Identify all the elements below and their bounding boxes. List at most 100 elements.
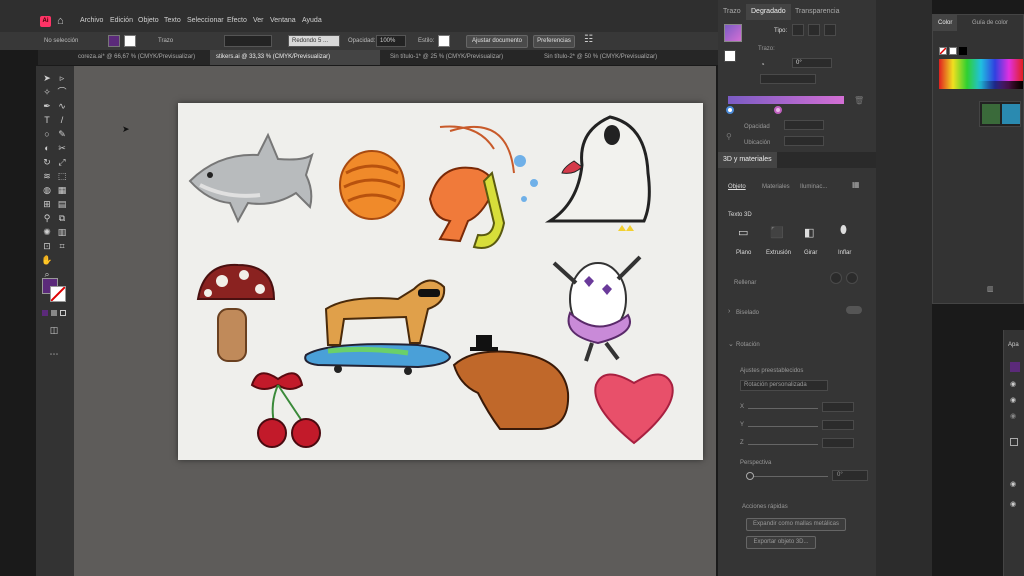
- fill-option-1[interactable]: [830, 272, 842, 284]
- subtab-iluminacion[interactable]: Iluminac...: [800, 184, 827, 190]
- visibility-eye-icon[interactable]: ◉: [1010, 396, 1016, 404]
- menu-texto[interactable]: Texto: [164, 17, 181, 24]
- tab-color[interactable]: Color: [933, 15, 958, 31]
- stroke-swatch[interactable]: [124, 35, 136, 47]
- curvature-tool-icon[interactable]: ∿: [56, 100, 68, 112]
- axis-z-slider[interactable]: [748, 444, 818, 445]
- add-stroke-icon[interactable]: [1010, 438, 1018, 446]
- visibility-eye-icon[interactable]: ◉: [1010, 480, 1016, 488]
- tab-trazo[interactable]: Trazo: [718, 4, 746, 20]
- tab-color-guide[interactable]: Guía de color: [967, 15, 1013, 31]
- gradient-tool-icon[interactable]: ▤: [56, 198, 68, 210]
- free-transform-tool-icon[interactable]: ⬚: [56, 170, 68, 182]
- menu-ver[interactable]: Ver: [253, 17, 264, 24]
- graph-tool-icon[interactable]: ▥: [56, 226, 68, 238]
- axis-x-slider[interactable]: [748, 408, 818, 409]
- lasso-tool-icon[interactable]: ⌒: [56, 86, 68, 98]
- inflate-icon[interactable]: ⬮: [840, 224, 854, 238]
- eyedropper-tool-icon[interactable]: ⚲: [41, 212, 53, 224]
- render-icon[interactable]: ▦: [852, 180, 862, 190]
- line-tool-icon[interactable]: /: [56, 114, 68, 126]
- style-swatch[interactable]: [438, 35, 450, 47]
- rotation-preset-select[interactable]: Rotación personalizada: [740, 380, 828, 391]
- perspective-tool-icon[interactable]: ▦: [56, 184, 68, 196]
- scissors-tool-icon[interactable]: ✂: [56, 142, 68, 154]
- fill-swatch[interactable]: [108, 35, 120, 47]
- sticker-concha-bread[interactable]: [339, 150, 405, 220]
- draw-mode-icon[interactable]: ◫: [48, 324, 60, 336]
- selection-tool-icon[interactable]: ➤: [41, 72, 53, 84]
- slice-tool-icon[interactable]: ⌗: [56, 240, 68, 252]
- artboard-tool-icon[interactable]: ⊡: [41, 240, 53, 252]
- pen-tool-icon[interactable]: ✒: [41, 100, 53, 112]
- gradient-preview-swatch[interactable]: [724, 24, 742, 42]
- library-item-thumb[interactable]: [982, 104, 1000, 124]
- location-field[interactable]: [784, 136, 824, 146]
- opacity-field[interactable]: [784, 120, 824, 130]
- blend-tool-icon[interactable]: ⧉: [56, 212, 68, 224]
- type-tool-icon[interactable]: T: [41, 114, 53, 126]
- perspective-field[interactable]: 0°: [832, 470, 868, 481]
- chevron-down-icon[interactable]: ⌄: [728, 340, 736, 348]
- tab-sin-titulo-1[interactable]: Sin título-1* @ 25 % (CMYK/Previsualizar…: [384, 50, 534, 65]
- linear-gradient-icon[interactable]: [792, 24, 804, 36]
- sticker-ghost-opera[interactable]: [544, 115, 651, 223]
- angle-field[interactable]: 0°: [792, 58, 832, 68]
- menu-ayuda[interactable]: Ayuda: [302, 17, 322, 24]
- opacity-field[interactable]: 100%: [376, 35, 406, 47]
- magic-wand-tool-icon[interactable]: ✧: [41, 86, 53, 98]
- gradient-mode-icon[interactable]: [51, 310, 57, 316]
- sticker-cherries-bow[interactable]: [250, 372, 321, 448]
- axis-y-field[interactable]: [822, 420, 854, 430]
- revolve-icon[interactable]: ◧: [804, 226, 818, 240]
- radial-gradient-icon[interactable]: [808, 24, 820, 36]
- tab-3d-materiales[interactable]: 3D y materiales: [718, 152, 777, 168]
- gradient-stop-right[interactable]: [774, 106, 782, 114]
- brush-tool-icon[interactable]: ✎: [56, 128, 68, 140]
- white-color-swatch[interactable]: [949, 47, 957, 55]
- black-color-swatch[interactable]: [959, 47, 967, 55]
- symbol-sprayer-tool-icon[interactable]: ✺: [41, 226, 53, 238]
- freeform-gradient-icon[interactable]: [824, 24, 836, 36]
- tab-sin-titulo-2[interactable]: Sin título-2* @ 50 % (CMYK/Previsualizar…: [538, 50, 688, 65]
- home-icon[interactable]: ⌂: [57, 15, 69, 27]
- sticker-mushroom[interactable]: [196, 263, 276, 362]
- axis-x-field[interactable]: [822, 402, 854, 412]
- stroke-swatch-small[interactable]: [724, 50, 736, 62]
- subtab-materiales[interactable]: Materiales: [762, 184, 790, 190]
- export-3d-button[interactable]: Exportar objeto 3D...: [746, 536, 816, 549]
- extrude-icon[interactable]: ⬛: [770, 226, 784, 240]
- warp-tool-icon[interactable]: ≋: [41, 170, 53, 182]
- sticker-dachshund-skateboard[interactable]: [304, 279, 452, 375]
- fit-document-button[interactable]: Ajustar documento: [466, 35, 528, 48]
- plane-icon[interactable]: ▭: [738, 226, 752, 240]
- brush-select[interactable]: Redondo 5 ...: [288, 35, 340, 47]
- direct-selection-tool-icon[interactable]: ▹: [56, 72, 68, 84]
- sticker-dancing-cow[interactable]: [552, 225, 642, 362]
- menu-edicion[interactable]: Edición: [110, 17, 133, 24]
- axis-z-field[interactable]: [822, 438, 854, 448]
- sticker-shrimp-saxophone[interactable]: [428, 125, 538, 249]
- none-mode-icon[interactable]: [60, 310, 66, 316]
- gradient-stop-left[interactable]: [726, 106, 734, 114]
- stroke-color-swatch[interactable]: [50, 286, 66, 302]
- sticker-shark[interactable]: [188, 132, 314, 224]
- stroke-weight-field[interactable]: [224, 35, 272, 47]
- tab-transparencia[interactable]: Transparencia: [790, 4, 845, 20]
- artboard[interactable]: [178, 103, 703, 460]
- shape-builder-tool-icon[interactable]: ◍: [41, 184, 53, 196]
- axis-y-slider[interactable]: [748, 426, 818, 427]
- scale-tool-icon[interactable]: ⤢: [56, 156, 68, 168]
- menu-archivo[interactable]: Archivo: [80, 17, 103, 24]
- preferences-button[interactable]: Preferencias: [533, 35, 575, 48]
- fill-option-2[interactable]: [846, 272, 858, 284]
- tab-stikers[interactable]: stikers.ai @ 33,33 % (CMYK/Previsualizar…: [210, 50, 380, 65]
- menu-objeto[interactable]: Objeto: [138, 17, 159, 24]
- aspect-ratio-field[interactable]: [760, 74, 816, 84]
- tab-appearance[interactable]: Apa: [1008, 342, 1019, 348]
- menu-efecto[interactable]: Efecto: [227, 17, 247, 24]
- rotate-tool-icon[interactable]: ↻: [41, 156, 53, 168]
- expand-mesh-button[interactable]: Expandir como mallas metálicas: [746, 518, 846, 531]
- none-color-swatch[interactable]: [939, 47, 947, 55]
- hand-tool-icon[interactable]: ✋: [41, 254, 53, 266]
